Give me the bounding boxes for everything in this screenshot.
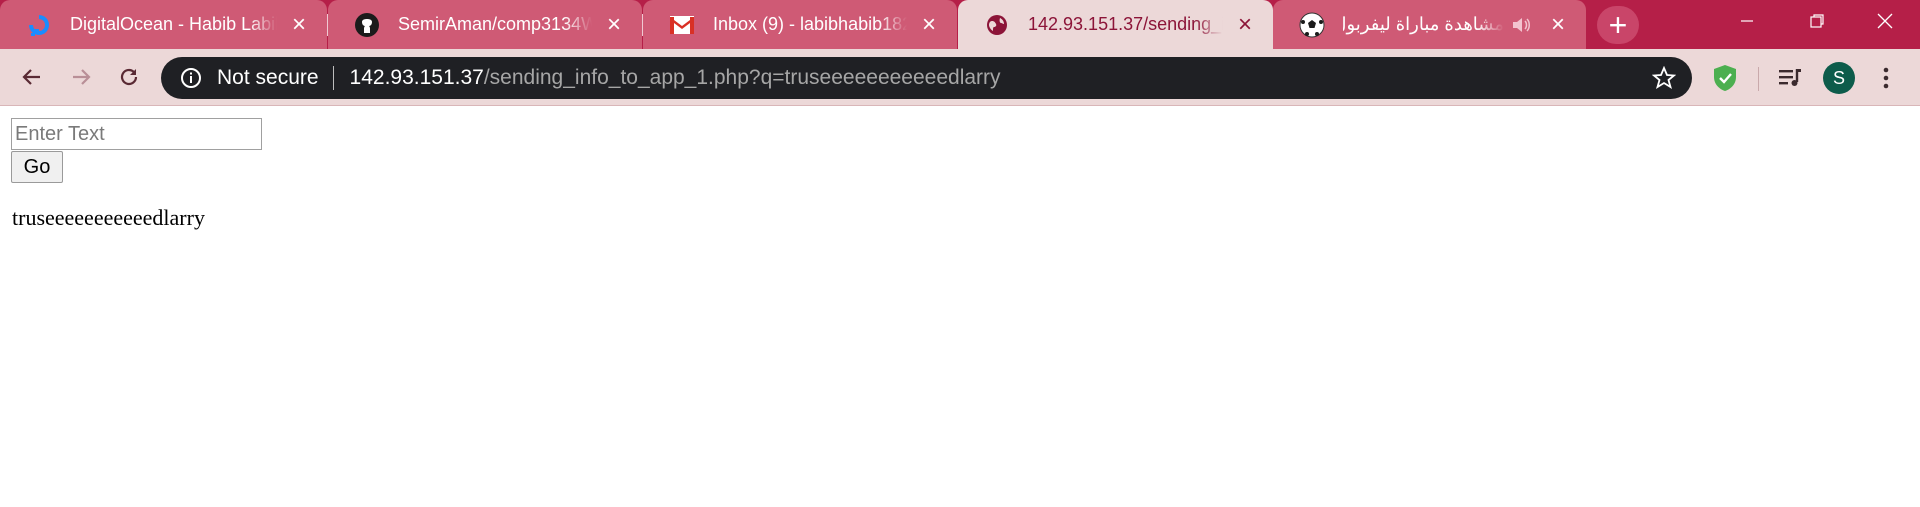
tab-title: مشاهدة مباراة ليفربول و <box>1343 14 1504 35</box>
browser-toolbar: Not secure 142.93.151.37/sending_info_to… <box>0 49 1920 106</box>
forward-icon[interactable] <box>62 58 100 96</box>
info-icon[interactable] <box>179 66 203 90</box>
close-tab-icon[interactable]: × <box>1544 11 1572 39</box>
github-icon <box>354 12 380 38</box>
menu-kebab-icon[interactable] <box>1872 64 1900 92</box>
profile-avatar[interactable]: S <box>1823 62 1855 94</box>
back-icon[interactable] <box>13 58 51 96</box>
url-path: /sending_info_to_app_1.php?q=truseeeeeee… <box>483 66 1001 89</box>
gmail-icon <box>669 12 695 38</box>
globe-icon <box>984 12 1010 38</box>
text-input[interactable] <box>11 118 262 150</box>
tab-title: DigitalOcean - Habib Labib <box>70 14 277 35</box>
tab-title: Inbox (9) - labibhabib182@ <box>713 14 907 35</box>
tab-divider <box>642 14 643 36</box>
bookmark-star-icon[interactable] <box>1652 66 1676 90</box>
close-window-icon[interactable] <box>1850 0 1920 42</box>
reload-icon[interactable] <box>110 58 148 96</box>
media-playlist-icon[interactable] <box>1776 64 1804 92</box>
tab-liverpool-match[interactable]: مشاهدة مباراة ليفربول و × <box>1273 0 1586 49</box>
speaker-icon[interactable] <box>1510 14 1532 36</box>
tab-title: SemirAman/comp3134Winter <box>398 14 592 35</box>
address-bar[interactable]: Not secure 142.93.151.37/sending_info_to… <box>161 57 1692 99</box>
new-tab-button[interactable]: + <box>1597 6 1639 44</box>
page-content: Go truseeeeeeeeeeedlarry <box>0 107 1920 507</box>
shield-extension-icon[interactable] <box>1711 64 1739 92</box>
close-tab-icon[interactable]: × <box>915 11 943 39</box>
result-text: truseeeeeeeeeeedlarry <box>12 205 205 230</box>
toolbar-divider <box>1758 67 1759 91</box>
tab-digitalocean[interactable]: DigitalOcean - Habib Labib × <box>0 0 327 49</box>
tab-github[interactable]: SemirAman/comp3134Winter × <box>328 0 642 49</box>
tab-strip: DigitalOcean - Habib Labib × SemirAman/c… <box>0 0 1920 49</box>
go-button[interactable]: Go <box>11 151 63 183</box>
tab-title: 142.93.151.37/sending_info <box>1028 14 1223 35</box>
close-tab-icon[interactable]: × <box>600 11 628 39</box>
tab-divider <box>327 14 328 36</box>
tab-gmail[interactable]: Inbox (9) - labibhabib182@ × <box>643 0 957 49</box>
omnibox-divider <box>332 66 334 90</box>
minimize-icon[interactable] <box>1712 0 1782 42</box>
url-host: 142.93.151.37 <box>349 66 484 89</box>
tab-active-page[interactable]: 142.93.151.37/sending_info × <box>958 0 1273 49</box>
close-tab-icon[interactable]: × <box>1231 11 1259 39</box>
restore-icon[interactable] <box>1782 0 1852 42</box>
close-tab-icon[interactable]: × <box>285 11 313 39</box>
security-label[interactable]: Not secure <box>217 66 319 90</box>
digitalocean-icon <box>26 12 52 38</box>
soccer-ball-icon <box>1299 12 1325 38</box>
